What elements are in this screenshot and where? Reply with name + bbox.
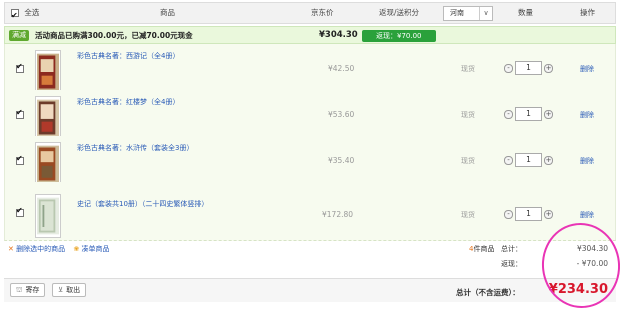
box-icon: ⛫ xyxy=(16,286,23,294)
book-cover-icon xyxy=(37,145,59,183)
item-price: ¥35.40 xyxy=(328,156,355,165)
region-value: 河南 xyxy=(450,9,464,17)
rebate-label: 返现： xyxy=(501,260,522,268)
product-name-link[interactable]: 彩色古典名著：水浒传（套装全3册） xyxy=(77,143,193,153)
grand-total-label: 总计（不含运费）： xyxy=(456,288,520,297)
save-button[interactable]: ⛫ 寄存 xyxy=(10,283,46,297)
stock-status: 现货 xyxy=(461,65,475,73)
col-rebate: 返现/送积分 xyxy=(379,8,420,17)
save-label: 寄存 xyxy=(25,286,40,294)
decrease-button[interactable]: - xyxy=(504,156,513,165)
promo-total: ¥304.30 xyxy=(319,30,358,40)
book-cover-icon xyxy=(37,53,59,91)
item-checkbox[interactable] xyxy=(16,62,24,73)
item-checkbox[interactable] xyxy=(16,154,24,165)
item-price: ¥42.50 xyxy=(328,64,355,73)
increase-button[interactable]: + xyxy=(544,210,553,219)
increase-button[interactable]: + xyxy=(544,64,553,73)
list-item: 史记（套装共10册）（二十四史繁体竖排） ¥172.80 现货 - 1 + 删除 xyxy=(4,182,616,241)
item-price: ¥172.80 xyxy=(322,210,354,219)
product-name-link[interactable]: 彩色古典名著：西游记（全4册） xyxy=(77,51,179,61)
col-product: 商品 xyxy=(160,8,175,17)
decrease-button[interactable]: - xyxy=(504,64,513,73)
promo-row: 满减 活动商品已购满300.00元，已减70.00元现金 ¥304.30 返现：… xyxy=(4,26,616,44)
quantity-stepper: - 1 + xyxy=(504,107,554,121)
retrieve-label: 取出 xyxy=(66,286,81,294)
col-jd-price: 京东价 xyxy=(311,8,334,17)
quantity-stepper: - 1 + xyxy=(504,207,554,221)
increase-button[interactable]: + xyxy=(544,156,553,165)
total-label: 总计： xyxy=(501,245,522,253)
col-qty: 数量 xyxy=(518,8,533,17)
retrieve-button[interactable]: ⊻ 取出 xyxy=(52,283,87,297)
select-all-label: 全选 xyxy=(24,8,40,17)
increase-button[interactable]: + xyxy=(544,110,553,119)
bottom-bar: ⛫ 寄存 ⊻ 取出 总计（不含运费）： ¥234.30 xyxy=(4,278,616,302)
delete-selected-link[interactable]: 删除选中的商品 xyxy=(16,245,65,253)
summary-actions: ✕ 删除选中的商品 ❀ 凑单商品 xyxy=(8,244,109,254)
rebate-badge: 返现：¥70.00 xyxy=(362,30,436,42)
quantity-stepper: - 1 + xyxy=(504,153,554,167)
item-price: ¥53.60 xyxy=(328,110,355,119)
stock-status: 现货 xyxy=(461,111,475,119)
close-icon: ✕ xyxy=(8,245,14,253)
quantity-stepper: - 1 + xyxy=(504,61,554,75)
delete-link[interactable]: 删除 xyxy=(580,64,594,74)
favorite-icon: ❀ xyxy=(73,245,80,253)
item-checkbox[interactable] xyxy=(16,108,24,119)
promo-text: 活动商品已购满300.00元，已减70.00元现金 xyxy=(35,31,193,40)
cart-table: 全选 商品 京东价 返现/送积分 河南 ∨ 数量 操作 满减 活动商品已购满30… xyxy=(4,0,616,304)
product-name-link[interactable]: 彩色古典名著：红楼梦（全4册） xyxy=(77,97,179,107)
decrease-button[interactable]: - xyxy=(504,210,513,219)
select-all[interactable]: 全选 xyxy=(11,3,40,26)
tray-icon: ⊻ xyxy=(58,286,64,294)
item-count: 4件商品 xyxy=(469,244,494,254)
book-cover-icon xyxy=(37,99,59,137)
delete-link[interactable]: 删除 xyxy=(580,156,594,166)
product-thumbnail[interactable] xyxy=(35,96,61,140)
stock-status: 现货 xyxy=(461,157,475,165)
quantity-input[interactable]: 1 xyxy=(515,61,542,75)
quantity-input[interactable]: 1 xyxy=(515,107,542,121)
quantity-input[interactable]: 1 xyxy=(515,153,542,167)
product-thumbnail[interactable] xyxy=(35,194,61,238)
product-name-link[interactable]: 史记（套装共10册）（二十四史繁体竖排） xyxy=(77,199,208,209)
delete-link[interactable]: 删除 xyxy=(580,110,594,120)
delete-link[interactable]: 删除 xyxy=(580,210,594,220)
item-checkbox[interactable] xyxy=(16,206,24,217)
product-thumbnail[interactable] xyxy=(35,142,61,186)
book-cover-icon xyxy=(37,197,59,235)
product-thumbnail[interactable] xyxy=(35,50,61,94)
table-header: 全选 商品 京东价 返现/送积分 河南 ∨ 数量 操作 xyxy=(4,2,616,26)
select-all-checkbox[interactable] xyxy=(11,6,19,26)
col-action: 操作 xyxy=(580,8,595,17)
region-select[interactable]: 河南 ∨ xyxy=(443,6,493,21)
item-count-suffix: 件商品 xyxy=(473,245,495,253)
quantity-input[interactable]: 1 xyxy=(515,207,542,221)
promo-tag: 满减 xyxy=(9,30,29,41)
decrease-button[interactable]: - xyxy=(504,110,513,119)
chevron-down-icon: ∨ xyxy=(479,7,492,20)
stock-status: 现货 xyxy=(461,211,475,219)
add-on-items-link[interactable]: 凑单商品 xyxy=(81,245,109,253)
